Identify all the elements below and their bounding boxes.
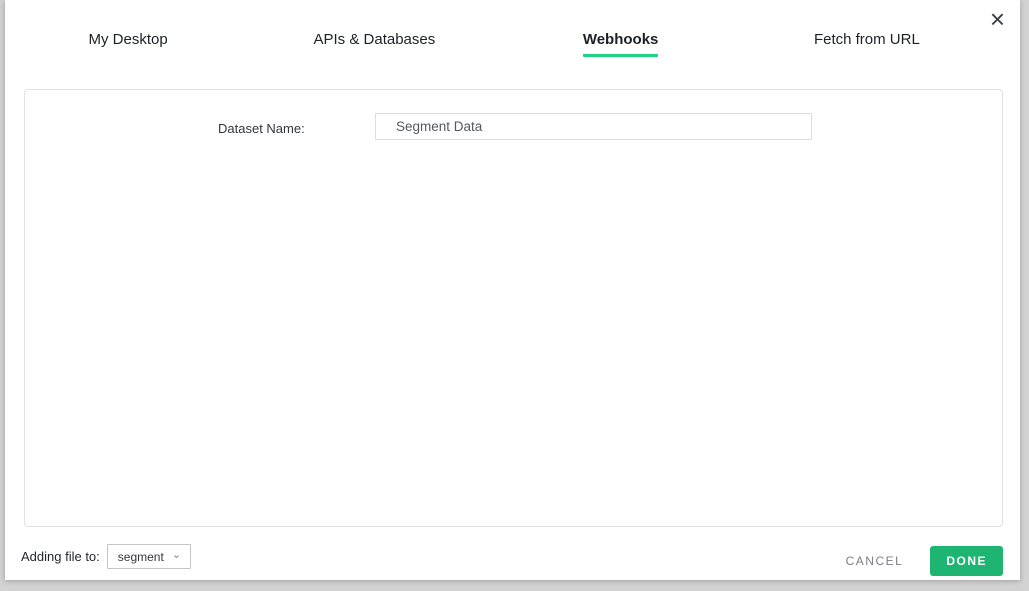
tab-label: My Desktop (88, 31, 168, 48)
tab-apis-databases[interactable]: APIs & Databases (251, 28, 497, 60)
cancel-button[interactable]: CANCEL (846, 554, 904, 568)
tab-webhooks[interactable]: Webhooks (498, 28, 744, 60)
folder-select-value: segment (117, 549, 164, 564)
tab-my-desktop[interactable]: My Desktop (5, 28, 251, 60)
tab-fetch-from-url[interactable]: Fetch from URL (744, 28, 990, 60)
dataset-name-input[interactable] (375, 113, 812, 140)
folder-select-dropdown[interactable]: segment ⌄ (106, 544, 192, 569)
close-icon[interactable]: × (990, 6, 1005, 32)
dataset-name-label: Dataset Name: (218, 121, 305, 136)
done-button[interactable]: DONE (930, 546, 1003, 576)
footer-right: CANCEL DONE (846, 546, 1003, 576)
chevron-down-icon: ⌄ (171, 548, 182, 561)
footer-left: Adding file to: segment ⌄ (21, 544, 192, 569)
tab-label: Webhooks (582, 31, 659, 57)
adding-file-to-label: Adding file to: (21, 549, 100, 564)
webhooks-panel: Dataset Name: (24, 89, 1003, 527)
upload-modal: × My Desktop APIs & Databases Webhooks F… (5, 0, 1020, 580)
tab-label: APIs & Databases (313, 31, 436, 48)
tab-label: Fetch from URL (813, 31, 920, 48)
tab-bar: My Desktop APIs & Databases Webhooks Fet… (5, 28, 990, 60)
